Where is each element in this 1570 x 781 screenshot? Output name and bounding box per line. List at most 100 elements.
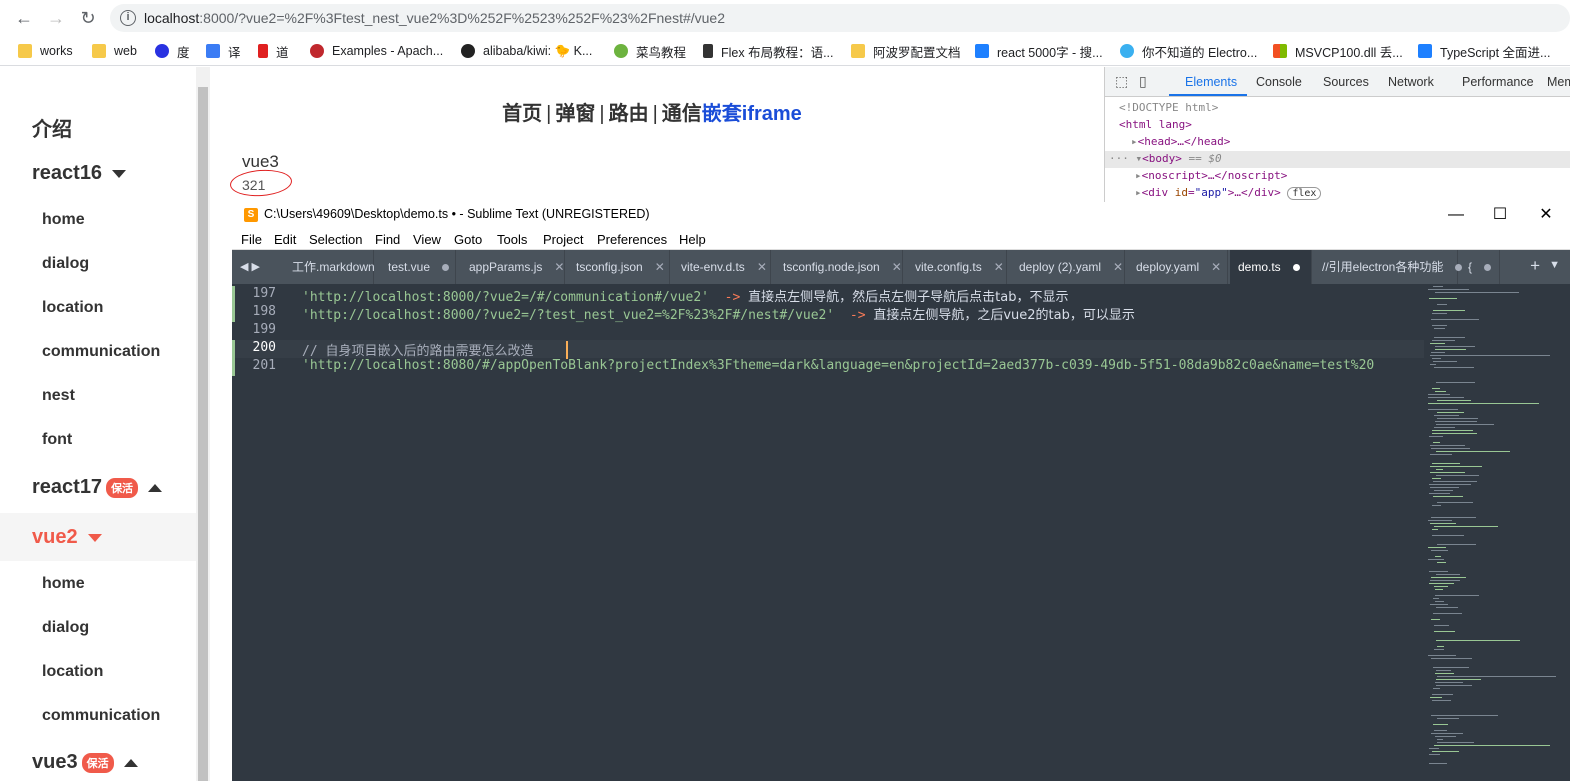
bookmark-examples[interactable]: Examples - Apach... xyxy=(310,42,443,60)
bookmark-translate[interactable]: 译 xyxy=(206,42,241,60)
tab-performance[interactable]: Performance xyxy=(1462,75,1534,89)
tab-memory[interactable]: Mem xyxy=(1547,75,1570,89)
sidebar-item-intro[interactable]: 介绍 xyxy=(32,113,72,142)
menu-help[interactable]: Help xyxy=(679,232,706,247)
nav-home[interactable]: 首页 xyxy=(502,103,542,125)
flex-badge[interactable]: flex xyxy=(1287,187,1322,200)
dom-head[interactable]: ▸<head>…</head> xyxy=(1131,135,1230,148)
tab-file[interactable]: vite-env.d.ts ✕ xyxy=(673,250,771,284)
sidebar-item-vue3[interactable]: vue3 保活 xyxy=(32,751,138,774)
menu-file[interactable]: File xyxy=(241,232,262,247)
nav-communication[interactable]: 通信 xyxy=(662,103,702,125)
sidebar-vue2-location[interactable]: location xyxy=(42,663,103,681)
sidebar-item-react16[interactable]: react16 xyxy=(32,162,127,185)
bookmark-kiwi[interactable]: alibaba/kiwi: 🐤 K... xyxy=(461,42,592,60)
tab-close-icon[interactable]: ✕ xyxy=(554,260,564,274)
menu-preferences[interactable]: Preferences xyxy=(597,232,667,247)
tab-file[interactable]: tsconfig.json ✕ xyxy=(568,250,670,284)
nav-route[interactable]: 路由 xyxy=(609,103,649,125)
menu-find[interactable]: Find xyxy=(375,232,400,247)
dom-body[interactable]: ··· ▾<body> == $0 xyxy=(1109,152,1222,165)
sidebar-vue2-dialog[interactable]: dialog xyxy=(42,619,89,637)
tab-file[interactable]: deploy.yaml ✕ xyxy=(1128,250,1228,284)
new-tab-icon[interactable]: + xyxy=(1530,256,1540,276)
close-icon[interactable]: ✕ xyxy=(1536,205,1556,225)
back-icon[interactable]: ← xyxy=(12,6,36,30)
menu-goto[interactable]: Goto xyxy=(454,232,482,247)
tab-close-icon[interactable]: ✕ xyxy=(994,260,1004,274)
dom-div-app[interactable]: ▸<div id="app">…</div> flex xyxy=(1135,186,1322,200)
tab-file[interactable]: test.vue xyxy=(380,250,456,284)
menu-project[interactable]: Project xyxy=(543,232,583,247)
sidebar-react16-nest[interactable]: nest xyxy=(42,387,75,405)
sidebar-react16-location[interactable]: location xyxy=(42,299,103,317)
bookmark-web[interactable]: web xyxy=(92,42,137,60)
maximize-icon[interactable]: ☐ xyxy=(1490,205,1510,225)
tab-close-icon[interactable]: ✕ xyxy=(1113,260,1123,274)
bookmark-apollo[interactable]: 阿波罗配置文档 xyxy=(851,42,961,60)
sidebar-react16-font[interactable]: font xyxy=(42,431,72,449)
tab-close-icon[interactable]: ✕ xyxy=(892,260,902,274)
menu-tools[interactable]: Tools xyxy=(497,232,527,247)
url-text[interactable]: localhost:8000/?vue2=%2F%3Ftest_nest_vue… xyxy=(144,10,725,26)
dom-doctype[interactable]: <!DOCTYPE html> xyxy=(1119,101,1218,114)
unsaved-dot-icon[interactable] xyxy=(442,264,450,272)
expand-triangle-icon[interactable]: ▸ xyxy=(1135,186,1142,199)
tab-file[interactable]: deploy (2).yaml ✕ xyxy=(1011,250,1125,284)
tab-elements[interactable]: Elements xyxy=(1185,75,1237,89)
sidebar-react16-communication[interactable]: communication xyxy=(42,343,160,361)
bookmark-typescript[interactable]: TypeScript 全面进... xyxy=(1418,42,1550,60)
bookmark-msvcp[interactable]: MSVCP100.dll 丢... xyxy=(1273,42,1403,60)
menu-edit[interactable]: Edit xyxy=(274,232,296,247)
unsaved-dot-icon[interactable] xyxy=(1484,264,1492,272)
sidebar-vue2-communication[interactable]: communication xyxy=(42,707,160,725)
code-line[interactable]: // 自身项目嵌入后的路由需要怎么改造 xyxy=(302,340,533,359)
minimize-icon[interactable]: — xyxy=(1446,205,1466,225)
forward-icon[interactable]: → xyxy=(44,6,68,30)
bookmark-flex[interactable]: Flex 布局教程：语... xyxy=(703,42,834,60)
tab-file[interactable]: //引用electron各种功能 xyxy=(1314,250,1463,284)
tab-console[interactable]: Console xyxy=(1256,75,1302,89)
more-dots-icon[interactable]: ··· xyxy=(1109,152,1129,165)
dom-noscript[interactable]: ▸<noscript>…</noscript> xyxy=(1135,169,1287,182)
inspect-icon[interactable]: ⬚ xyxy=(1115,73,1128,90)
tab-close-icon[interactable]: ✕ xyxy=(757,260,767,274)
sidebar-scrollbar[interactable] xyxy=(196,67,210,781)
code-line[interactable]: 'http://localhost:8000/?vue2=/?test_nest… xyxy=(302,304,1135,323)
bookmark-youdao[interactable]: 道 xyxy=(258,42,289,60)
info-icon[interactable]: i xyxy=(120,10,136,26)
sidebar-react16-home[interactable]: home xyxy=(42,211,85,229)
bookmark-electron[interactable]: 你不知道的 Electro... xyxy=(1120,42,1257,60)
tab-close-icon[interactable]: ✕ xyxy=(655,260,665,274)
code-line[interactable]: 'http://localhost:8000/?vue2=/#/communic… xyxy=(302,286,1068,305)
unsaved-dot-icon[interactable] xyxy=(1292,264,1300,272)
nav-dialog[interactable]: 弹窗 xyxy=(555,103,595,125)
code-line[interactable]: 'http://localhost:8080/#/appOpenToBlank?… xyxy=(302,358,1374,373)
tab-sources[interactable]: Sources xyxy=(1323,75,1369,89)
sidebar-item-vue2[interactable]: vue2 xyxy=(32,526,102,549)
bookmark-works[interactable]: works xyxy=(18,42,73,60)
tab-file[interactable]: vite.config.ts ✕ xyxy=(907,250,1007,284)
nav-nested-iframe[interactable]: 嵌套iframe xyxy=(702,103,802,125)
sidebar-vue2-home[interactable]: home xyxy=(42,575,85,593)
tab-close-icon[interactable]: ✕ xyxy=(1211,260,1221,274)
bookmark-react[interactable]: react 5000字 - 搜... xyxy=(975,42,1103,60)
bookmark-runoob[interactable]: 菜鸟教程 xyxy=(614,42,686,60)
tab-file-active[interactable]: demo.ts xyxy=(1230,250,1312,284)
scrollbar-thumb[interactable] xyxy=(198,87,208,781)
sidebar-react16-dialog[interactable]: dialog xyxy=(42,255,89,273)
tab-file[interactable]: 工作.markdown xyxy=(284,250,375,284)
bookmark-baidu[interactable]: 度 xyxy=(155,42,190,60)
tab-file[interactable]: { xyxy=(1460,250,1500,284)
dom-html[interactable]: <html lang> xyxy=(1119,118,1192,131)
address-bar[interactable]: i localhost:8000/?vue2=%2F%3Ftest_nest_v… xyxy=(110,4,1570,32)
sidebar-item-react17[interactable]: react17 保活 xyxy=(32,476,163,499)
minimap[interactable] xyxy=(1424,284,1570,781)
menu-view[interactable]: View xyxy=(413,232,441,247)
menu-selection[interactable]: Selection xyxy=(309,232,362,247)
tab-file[interactable]: appParams.js ✕ xyxy=(461,250,565,284)
expand-triangle-icon[interactable]: ▸ xyxy=(1131,135,1138,148)
tab-file[interactable]: tsconfig.node.json ✕ xyxy=(775,250,903,284)
reload-icon[interactable]: ↻ xyxy=(76,6,100,30)
device-toggle-icon[interactable]: ▯ xyxy=(1139,73,1147,90)
